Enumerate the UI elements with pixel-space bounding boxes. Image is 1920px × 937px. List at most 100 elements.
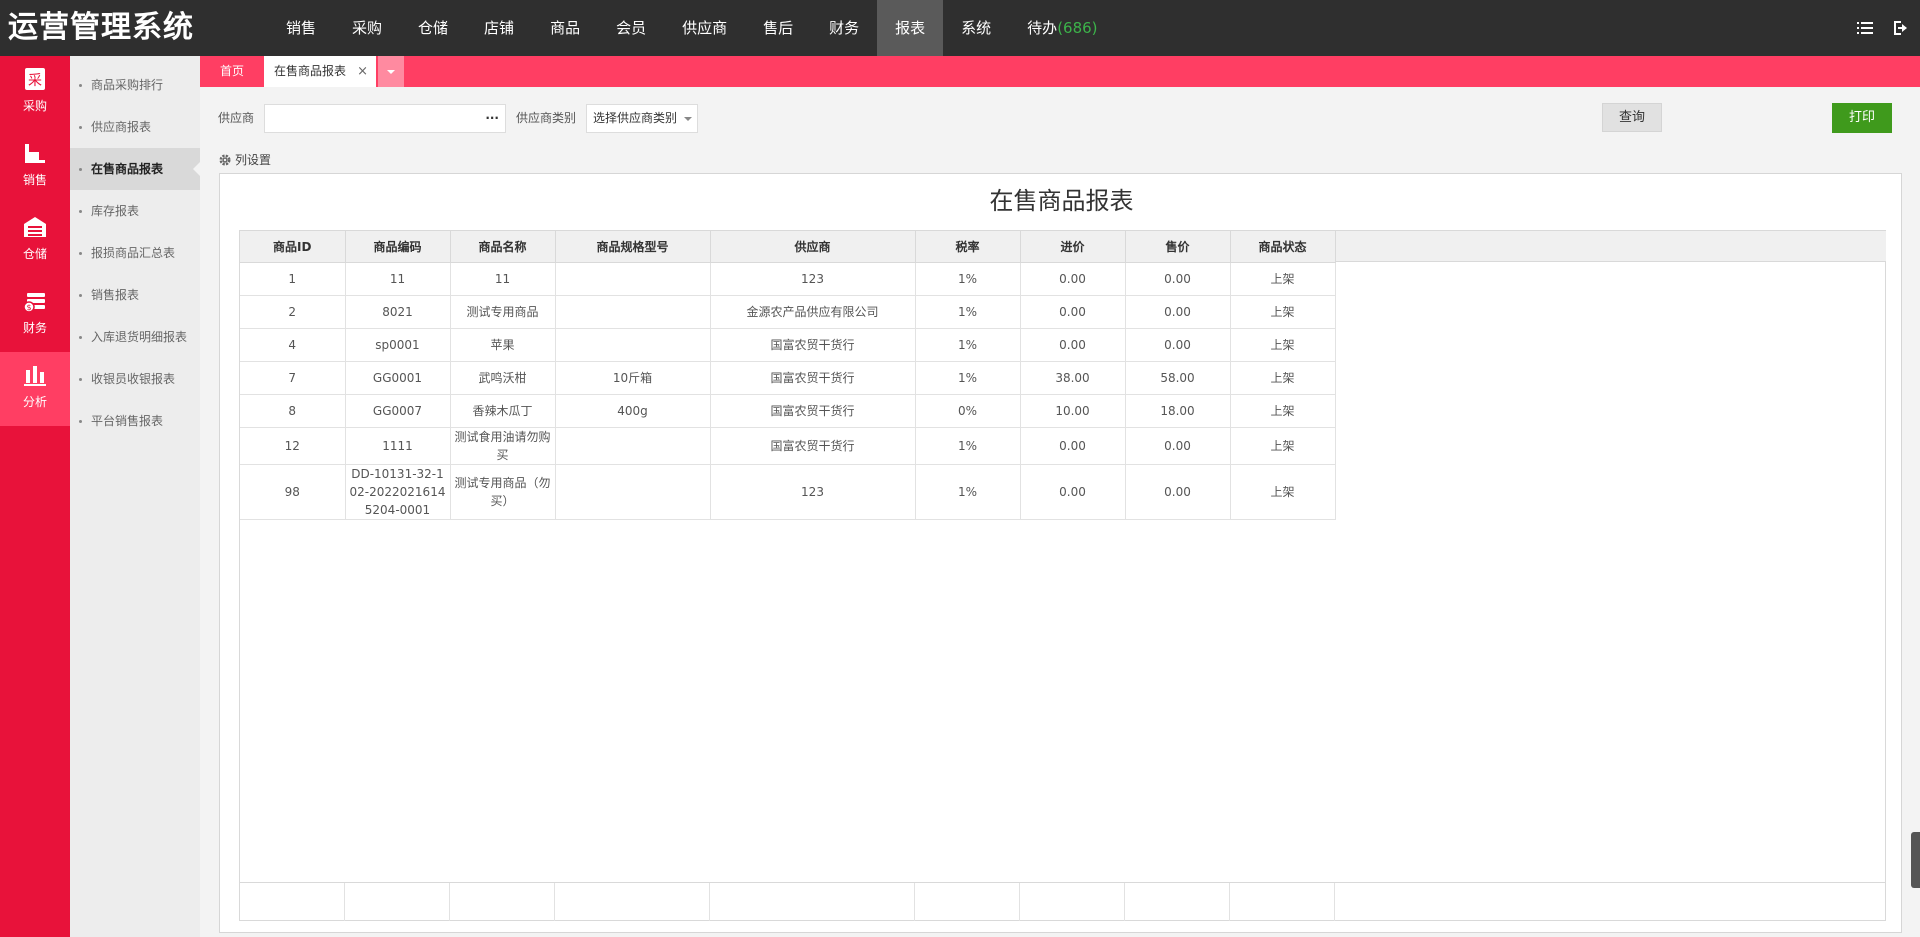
print-button[interactable]: 打印 [1832, 103, 1892, 133]
column-header-code[interactable]: 商品编码 [345, 231, 451, 263]
module-item-label: 仓储 [22, 247, 47, 261]
module-item-purchase[interactable]: 采 采购 [0, 56, 70, 130]
query-button[interactable]: 查询 [1602, 103, 1662, 132]
cell: 武鸣沃柑 [450, 361, 556, 395]
side-scroll-handle[interactable] [1911, 832, 1920, 888]
supplier-input[interactable]: ··· [264, 104, 506, 133]
cell: 1% [915, 295, 1021, 329]
cell: 0.00 [1020, 464, 1126, 520]
cell [555, 262, 711, 296]
column-header-tax-rate[interactable]: 税率 [915, 231, 1021, 263]
supplier-picker-button[interactable]: ··· [485, 105, 499, 131]
cell: 4 [240, 328, 346, 362]
submenu-item-inbound-return-detail[interactable]: 入库退货明细报表 [70, 316, 200, 358]
summary-cell [710, 883, 915, 921]
cell: 1111 [345, 427, 451, 465]
topnav-item-member[interactable]: 会员 [598, 0, 664, 56]
todo-count-badge: (686) [1057, 19, 1098, 37]
cell: 0.00 [1125, 464, 1231, 520]
cell: 1% [915, 361, 1021, 395]
cell: 测试专用商品 [450, 295, 556, 329]
topnav-item-todo[interactable]: 待办(686) [1009, 0, 1115, 56]
column-header-cost-price[interactable]: 进价 [1020, 231, 1126, 263]
topnav-item-reports[interactable]: 报表 [877, 0, 944, 56]
tab-label: 在售商品报表 [274, 64, 347, 78]
cell: 1 [240, 262, 346, 296]
cell: 1% [915, 328, 1021, 362]
cell: 上架 [1230, 295, 1336, 329]
submenu-item-cashier-report[interactable]: 收银员收银报表 [70, 358, 200, 400]
module-item-analysis[interactable]: 分析 [0, 352, 70, 426]
summary-cell [1125, 883, 1230, 921]
column-header-sale-price[interactable]: 售价 [1125, 231, 1231, 263]
tab-dropdown[interactable] [378, 56, 404, 87]
summary-cell [555, 883, 710, 921]
topnav-item-goods[interactable]: 商品 [532, 0, 598, 56]
table-row[interactable]: 8 GG0007 香辣木瓜丁 400g 国富农贸干货行 0% 10.00 18.00 上架 [240, 394, 1336, 428]
cell: 7 [240, 361, 346, 395]
column-header-name[interactable]: 商品名称 [450, 231, 556, 263]
topnav-item-finance[interactable]: 财务 [811, 0, 877, 56]
topnav-item-system[interactable]: 系统 [943, 0, 1009, 56]
column-header-supplier[interactable]: 供应商 [710, 231, 916, 263]
submenu-item-stock-report[interactable]: 库存报表 [70, 190, 200, 232]
table-row[interactable]: 2 8021 测试专用商品 金源农产品供应有限公司 1% 0.00 0.00 上架 [240, 295, 1336, 329]
cell: 1% [915, 262, 1021, 296]
column-header-id[interactable]: 商品ID [240, 231, 346, 263]
chevron-down-icon [684, 117, 692, 121]
cell: 香辣木瓜丁 [450, 394, 556, 428]
tab-home[interactable]: 首页 [200, 56, 264, 87]
top-bar: 运营管理系统 销售 采购 仓储 店铺 商品 会员 供应商 售后 财务 报表 系统… [0, 0, 1920, 56]
cell: 400g [555, 394, 711, 428]
table-row[interactable]: 4 sp0001 苹果 国富农贸干货行 1% 0.00 0.00 上架 [240, 328, 1336, 362]
cell: 8 [240, 394, 346, 428]
cell: 上架 [1230, 328, 1336, 362]
table-row[interactable]: 12 1111 测试食用油请勿购买 国富农贸干货行 1% 0.00 0.00 上架 [240, 427, 1336, 465]
report-table: 商品ID 商品编码 商品名称 商品规格型号 供应商 税率 进价 售价 商品状态 … [240, 231, 1336, 520]
cell: 123 [710, 464, 916, 520]
table-row[interactable]: 1 11 11 123 1% 0.00 0.00 上架 [240, 262, 1336, 296]
column-settings-button[interactable]: 列设置 [218, 151, 271, 169]
submenu-item-supplier-report[interactable]: 供应商报表 [70, 106, 200, 148]
topnav-item-warehouse[interactable]: 仓储 [400, 0, 466, 56]
table-row[interactable]: 7 GG0001 武鸣沃柑 10斤箱 国富农贸干货行 1% 38.00 58.00 上架 [240, 361, 1336, 395]
cell: DD-10131-32-102-20220216145204-0001 [345, 464, 451, 520]
cell: GG0001 [345, 361, 451, 395]
cell: 11 [345, 262, 451, 296]
topnav-item-aftersale[interactable]: 售后 [745, 0, 811, 56]
cell: 国富农贸干货行 [710, 394, 916, 428]
cell: 上架 [1230, 361, 1336, 395]
list-menu-icon[interactable] [1854, 17, 1876, 39]
topnav-item-supplier[interactable]: 供应商 [664, 0, 745, 56]
module-item-label: 采购 [22, 99, 47, 113]
finance-icon: $ [23, 293, 45, 313]
column-header-status[interactable]: 商品状态 [1230, 231, 1336, 263]
submenu-item-on-sale-report[interactable]: 在售商品报表 [70, 148, 201, 190]
module-sidebar: 采 采购 销售 仓储 $ 财务 分析 [0, 56, 70, 937]
close-icon[interactable]: × [357, 56, 368, 87]
table-row[interactable]: 98 DD-10131-32-102-20220216145204-0001 测试专… [240, 464, 1336, 520]
module-item-label: 分析 [22, 395, 47, 409]
summary-cell [1230, 883, 1335, 921]
module-item-finance[interactable]: $ 财务 [0, 278, 70, 352]
module-item-warehouse[interactable]: 仓储 [0, 204, 70, 278]
topnav-item-sales[interactable]: 销售 [268, 0, 334, 56]
tab-on-sale-report[interactable]: 在售商品报表 × [264, 56, 376, 87]
module-item-sales[interactable]: 销售 [0, 130, 70, 204]
submenu-item-loss-summary[interactable]: 报损商品汇总表 [70, 232, 200, 274]
cell: 1% [915, 464, 1021, 520]
supplier-category-select[interactable]: 选择供应商类别 [586, 104, 698, 133]
submenu-item-purchase-ranking[interactable]: 商品采购排行 [70, 64, 200, 106]
cell: 国富农贸干货行 [710, 328, 916, 362]
cell: 0.00 [1020, 262, 1126, 296]
top-icons [1854, 0, 1912, 56]
table-header-row: 商品ID 商品编码 商品名称 商品规格型号 供应商 税率 进价 售价 商品状态 [240, 231, 1336, 263]
column-header-spec[interactable]: 商品规格型号 [555, 231, 711, 263]
submenu-item-platform-sales[interactable]: 平台销售报表 [70, 400, 200, 442]
submenu-item-sales-report[interactable]: 销售报表 [70, 274, 200, 316]
logout-icon[interactable] [1890, 17, 1912, 39]
topnav-item-purchase[interactable]: 采购 [334, 0, 400, 56]
topnav-item-store[interactable]: 店铺 [466, 0, 532, 56]
grid-header-filler [1335, 231, 1886, 262]
supplier-category-value: 选择供应商类别 [593, 111, 678, 125]
